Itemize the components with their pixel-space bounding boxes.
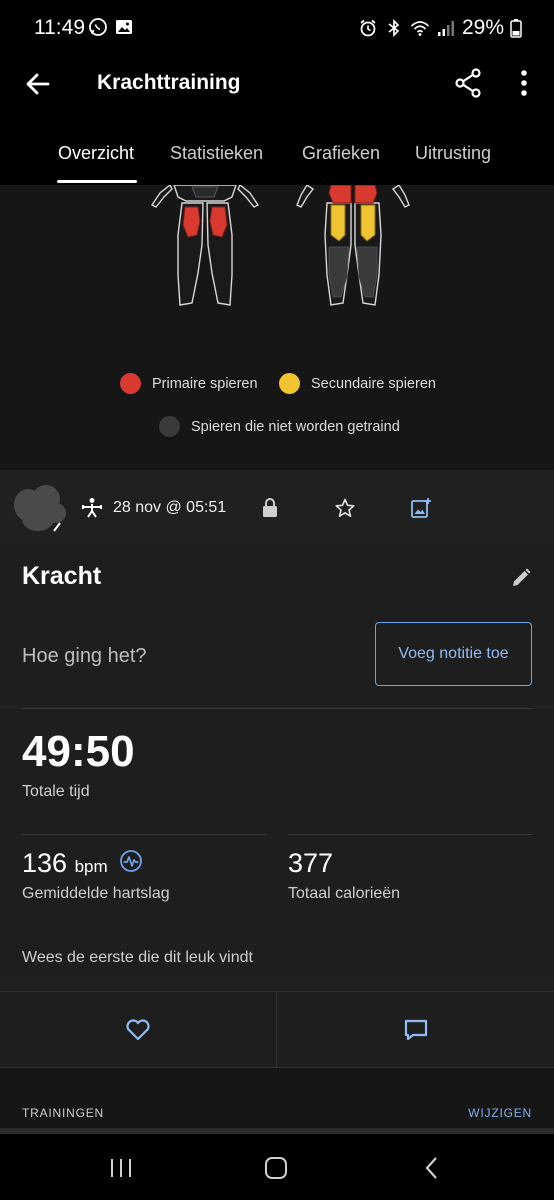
arrow-left-icon[interactable]	[22, 68, 54, 100]
heart-rate-stat: 136 bpm	[22, 848, 108, 879]
pencil-icon[interactable]	[510, 567, 532, 589]
divider	[288, 834, 532, 835]
strength-person-icon	[82, 498, 102, 518]
front-body-figure	[150, 185, 260, 306]
heart-rate-unit: bpm	[74, 857, 108, 876]
legend-secondary-label: Secundaire spieren	[311, 375, 436, 392]
legend-untrained-label: Spieren die niet worden getraind	[191, 418, 400, 435]
primary-dot	[120, 373, 141, 394]
activity-stats: 49:50 Totale tijd 136 bpm Gemiddelde har…	[0, 709, 554, 977]
heart-rate-value: 136	[22, 848, 68, 878]
star-outline-icon[interactable]	[334, 497, 356, 519]
share-icon[interactable]	[454, 68, 482, 98]
home-icon[interactable]	[263, 1156, 289, 1180]
lock-icon[interactable]	[259, 497, 281, 519]
activity-date: 28 nov @ 05:51	[113, 499, 227, 516]
legend-secondary: Secundaire spieren	[279, 373, 436, 394]
recents-icon[interactable]	[108, 1156, 134, 1180]
tab-statistieken[interactable]: Statistieken	[170, 143, 263, 164]
calories-label: Totaal calorieën	[288, 885, 401, 902]
battery-icon	[510, 19, 522, 38]
legend-primary-label: Primaire spieren	[152, 375, 258, 392]
alarm-icon	[360, 19, 376, 37]
untrained-dot	[159, 416, 180, 437]
heart-outline-icon	[126, 1019, 150, 1041]
system-nav-bar	[0, 1134, 554, 1200]
note-row: Hoe ging het? Voeg notitie toe	[0, 620, 554, 705]
tab-overzicht[interactable]: Overzicht	[58, 143, 134, 164]
activity-card: 28 nov @ 05:51 Kracht Hoe ging het? Voeg…	[0, 470, 554, 1068]
wijzigen-link[interactable]: WIJZIGEN	[468, 1106, 532, 1120]
activity-title-row: Kracht	[0, 545, 554, 620]
more-vert-icon[interactable]	[512, 68, 536, 98]
like-button[interactable]	[0, 992, 276, 1068]
tab-grafieken[interactable]: Grafieken	[302, 143, 380, 164]
social-actions	[0, 991, 554, 1068]
likes-text: Wees de eerste die dit leuk vindt	[22, 949, 253, 966]
calories-value: 377	[288, 848, 334, 878]
divider	[22, 834, 266, 835]
status-time: 11:49	[34, 16, 85, 39]
whatsapp-icon	[89, 18, 107, 36]
note-prompt: Hoe ging het?	[22, 645, 147, 667]
wifi-icon	[410, 21, 430, 36]
back-body-figure	[296, 185, 410, 306]
tab-indicator	[57, 180, 137, 183]
trainingen-header: TRAININGEN WIJZIGEN	[0, 1068, 554, 1128]
signal-icon	[437, 21, 454, 36]
total-time-value: 49:50	[22, 727, 135, 776]
avatar[interactable]	[8, 477, 72, 537]
muscle-map: Primaire spieren Secundaire spieren Spie…	[0, 185, 554, 470]
page-title: Krachttraining	[97, 71, 241, 94]
app-bar: Krachttraining	[0, 58, 554, 110]
heart-rate-zone-icon[interactable]	[119, 849, 143, 873]
heart-rate-label: Gemiddelde hartslag	[22, 885, 170, 902]
tab-uitrusting[interactable]: Uitrusting	[415, 143, 491, 164]
trainingen-label: TRAININGEN	[22, 1106, 105, 1120]
activity-title: Kracht	[22, 562, 102, 590]
add-photo-icon[interactable]	[410, 497, 432, 519]
legend-untrained: Spieren die niet worden getraind	[159, 416, 400, 437]
bluetooth-icon	[388, 18, 400, 38]
status-bar: 11:49 29%	[0, 0, 554, 58]
total-time-label: Totale tijd	[22, 783, 90, 800]
activity-meta-row: 28 nov @ 05:51	[0, 470, 554, 545]
comment-button[interactable]	[277, 992, 554, 1068]
tab-bar: Overzicht Statistieken Grafieken Uitrust…	[0, 110, 554, 185]
battery-percent: 29%	[461, 16, 504, 39]
gallery-icon	[116, 20, 132, 34]
secondary-dot	[279, 373, 300, 394]
legend-primary: Primaire spieren	[120, 373, 258, 394]
add-note-button[interactable]: Voeg notitie toe	[375, 622, 532, 686]
comment-icon	[404, 1019, 427, 1041]
back-icon[interactable]	[420, 1156, 446, 1180]
